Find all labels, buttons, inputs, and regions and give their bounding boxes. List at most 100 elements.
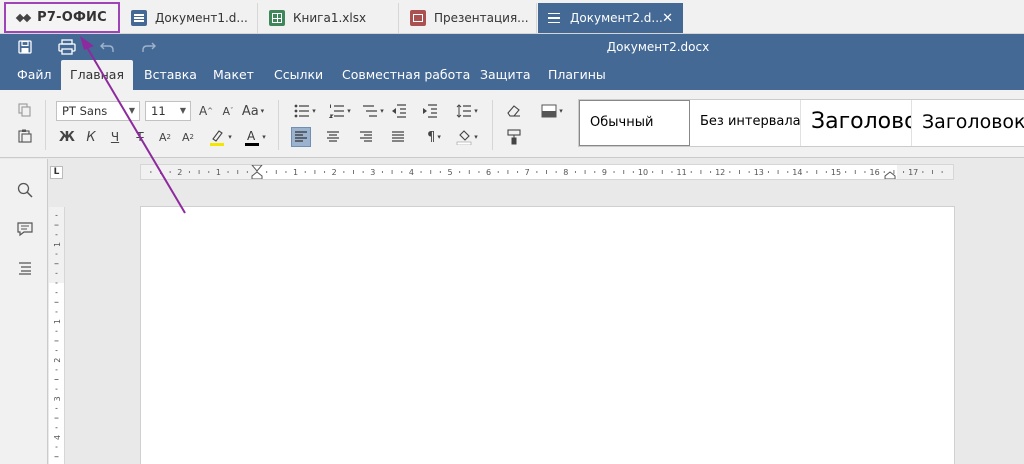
menu-home[interactable]: Главная	[61, 60, 133, 90]
ruler-number: 4	[409, 168, 414, 177]
menu-collaboration[interactable]: Совместная работа	[333, 60, 479, 90]
ruler-number: 11	[677, 168, 687, 177]
document-title: Документ2.docx	[606, 40, 710, 54]
menu-protection[interactable]: Защита	[471, 60, 540, 90]
first-line-indent-marker	[251, 165, 263, 172]
nonprinting-characters-button[interactable]: ¶ ▾	[421, 127, 447, 147]
numbering-button[interactable]: ▾	[325, 101, 355, 121]
logo-icon	[15, 12, 32, 24]
style-gallery: Обычный Без интервала Заголовок 1 Заголо…	[578, 99, 1024, 147]
separator	[278, 100, 279, 150]
font-name-value: PT Sans	[62, 104, 108, 118]
close-tab-icon[interactable]: ✕	[662, 11, 673, 26]
spreadsheet-file-icon	[269, 10, 285, 26]
style-heading-2[interactable]: Заголовок 2	[912, 100, 1024, 146]
font-name-select[interactable]: PT Sans ▼	[56, 101, 140, 121]
style-no-spacing[interactable]: Без интервала	[690, 100, 801, 146]
ruler-number: 15	[831, 168, 841, 177]
menu-icon	[548, 10, 560, 27]
ruler-number: 9	[602, 168, 607, 177]
ruler-number: 4	[53, 435, 62, 440]
separator	[45, 100, 46, 150]
tab-label: Презентация...	[434, 11, 529, 25]
ruler-number: 14	[792, 168, 802, 177]
tab-stop-button[interactable]: L	[50, 166, 63, 179]
font-size-value: 11	[151, 104, 166, 118]
tab-presentation[interactable]: Презентация...	[400, 3, 537, 33]
ruler-number: 3	[53, 396, 62, 401]
ruler-ticks: 2 1 1 2 3 4 5 6 7 8 9 10 11 12 13 14 15 16 17	[150, 165, 943, 179]
align-right-button[interactable]	[356, 127, 376, 147]
ruler-number: 5	[447, 168, 452, 177]
line-spacing-button[interactable]: ▾	[452, 101, 482, 121]
color-scheme-button[interactable]: ▾	[537, 101, 567, 121]
left-indent-marker	[251, 171, 263, 179]
horizontal-ruler[interactable]: 2 1 1 2 3 4 5 6 7 8 9 10 11 12 13 14 15 16 17	[140, 164, 954, 180]
ruler-number: 10	[638, 168, 648, 177]
copy-icon[interactable]	[15, 100, 35, 120]
tab-document1[interactable]: Документ1.d...	[121, 3, 258, 33]
clear-style-icon[interactable]	[504, 101, 524, 121]
left-sidebar	[0, 159, 48, 464]
ruler-number: 8	[563, 168, 568, 177]
align-center-button[interactable]	[323, 127, 343, 147]
italic-button[interactable]: К	[81, 127, 101, 147]
ruler-number: 1	[216, 168, 221, 177]
ruler-number: 1	[53, 242, 62, 247]
decrease-indent-button[interactable]	[389, 101, 409, 121]
tab-label: Книга1.xlsx	[293, 11, 367, 25]
document-page[interactable]	[140, 206, 955, 464]
increase-font-size-button[interactable]: A ^	[196, 101, 216, 121]
tab-spreadsheet1[interactable]: Книга1.xlsx	[259, 3, 399, 33]
justify-button[interactable]	[388, 127, 408, 147]
menu-references[interactable]: Ссылки	[265, 60, 332, 90]
main-menu: Файл Главная Вставка Макет Ссылки Совмес…	[0, 60, 1024, 90]
ruler-number: 13	[754, 168, 764, 177]
menu-plugins[interactable]: Плагины	[539, 60, 615, 90]
font-color-button[interactable]: A ▾	[240, 127, 270, 147]
multilevel-list-button[interactable]: ▾	[358, 101, 388, 121]
tab-document2[interactable]: Документ2.d... ✕	[538, 3, 683, 33]
ruler-number: 17	[908, 168, 918, 177]
ruler-number: 1	[293, 168, 298, 177]
ruler-number: 2	[53, 358, 62, 363]
ruler-number: 2	[177, 168, 182, 177]
chevron-down-icon: ▼	[179, 106, 186, 115]
paste-icon[interactable]	[15, 126, 35, 146]
tab-label: Документ1.d...	[155, 11, 248, 25]
highlight-color-button[interactable]: ▾	[204, 127, 236, 147]
home-toolbar: PT Sans ▼ 11 ▼ A ^ Aˇ Aa ▾ Ж К Ч Т A2 A2 ▾ A…	[0, 90, 1024, 158]
increase-indent-button[interactable]	[420, 101, 440, 121]
app-logo-tab[interactable]: Р7-ОФИС	[4, 2, 120, 33]
chevron-down-icon: ▼	[128, 106, 135, 115]
copy-style-icon[interactable]	[504, 127, 524, 147]
navigation-icon[interactable]	[15, 258, 35, 278]
menu-file[interactable]: Файл	[8, 60, 61, 90]
vertical-ruler[interactable]: 1 1 2 3 4	[49, 207, 65, 464]
decrease-font-size-button[interactable]: Aˇ	[218, 101, 238, 121]
bold-button[interactable]: Ж	[57, 127, 77, 147]
change-case-button[interactable]: Aa ▾	[241, 101, 265, 121]
ruler-number: 3	[370, 168, 375, 177]
strikethrough-button[interactable]: Т	[130, 127, 150, 147]
app-logo-text: Р7-ОФИС	[37, 10, 107, 25]
underline-button[interactable]: Ч	[105, 127, 125, 147]
separator	[492, 100, 493, 150]
ruler-number: 2	[332, 168, 337, 177]
style-normal[interactable]: Обычный	[579, 100, 690, 146]
title-bar: Документ2.docx	[0, 34, 1024, 60]
subscript-button[interactable]: A2	[178, 127, 198, 147]
style-heading-1[interactable]: Заголовок 1	[801, 100, 912, 146]
search-icon[interactable]	[15, 180, 35, 200]
align-left-button[interactable]	[291, 127, 311, 147]
bullets-button[interactable]: ▾	[290, 101, 320, 121]
window-tab-bar: Р7-ОФИС Документ1.d... Книга1.xlsx Презе…	[0, 0, 1024, 34]
font-size-select[interactable]: 11 ▼	[145, 101, 191, 121]
paragraph-shading-button[interactable]: ▾	[452, 127, 482, 147]
comments-icon[interactable]	[15, 219, 35, 239]
menu-insert[interactable]: Вставка	[135, 60, 206, 90]
menu-layout[interactable]: Макет	[204, 60, 263, 90]
presentation-file-icon	[410, 10, 426, 26]
superscript-button[interactable]: A2	[155, 127, 175, 147]
ruler-number: 6	[486, 168, 491, 177]
